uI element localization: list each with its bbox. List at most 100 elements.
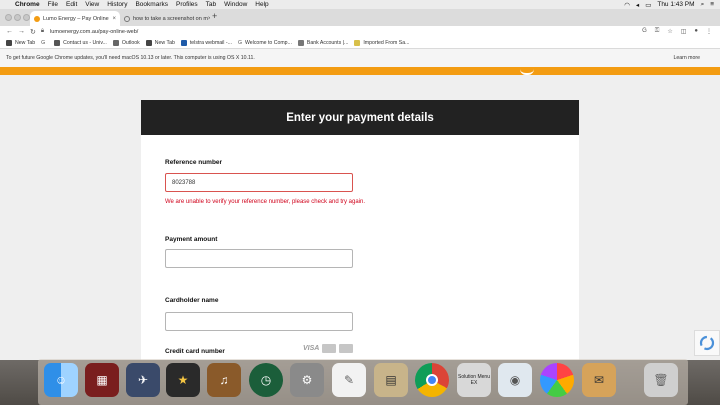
photo-booth-icon[interactable]: ▦ bbox=[85, 363, 119, 397]
close-window-icon[interactable] bbox=[5, 14, 12, 21]
recaptcha-badge[interactable] bbox=[694, 330, 720, 356]
globe-icon bbox=[145, 39, 152, 46]
forward-icon[interactable]: → bbox=[18, 28, 25, 35]
page-body: Enter your payment details Reference num… bbox=[0, 75, 720, 360]
chrome-icon[interactable] bbox=[415, 363, 449, 397]
payment-amount-input[interactable] bbox=[165, 249, 353, 268]
mail-icon[interactable]: ✉ bbox=[582, 363, 616, 397]
preview-icon[interactable]: ▤ bbox=[374, 363, 408, 397]
visa-icon: VISA bbox=[303, 345, 320, 352]
textedit-icon[interactable]: ✎ bbox=[332, 363, 366, 397]
menu-view[interactable]: View bbox=[85, 1, 99, 8]
menu-bookmarks[interactable]: Bookmarks bbox=[135, 1, 168, 8]
image-capture-icon[interactable]: ◉ bbox=[498, 363, 532, 397]
clock[interactable]: Thu 1:43 PM bbox=[657, 1, 694, 8]
bookmark-outlook[interactable]: Outlook bbox=[112, 39, 140, 46]
bookmark-new-tab[interactable]: New Tab bbox=[6, 39, 35, 46]
form-title: Enter your payment details bbox=[141, 100, 579, 135]
bookmark-bank-accounts[interactable]: Bank Accounts |... bbox=[297, 39, 348, 46]
reference-number-input[interactable]: 8023788 bbox=[165, 173, 353, 192]
bookmark-icon bbox=[54, 39, 61, 46]
battery-icon[interactable]: ▭ bbox=[645, 1, 651, 9]
profile-icon[interactable]: ● bbox=[694, 28, 698, 35]
finder-icon[interactable]: ☺ bbox=[44, 363, 78, 397]
imovie-icon[interactable]: ★ bbox=[166, 363, 200, 397]
recaptcha-icon bbox=[699, 335, 715, 351]
system-preferences-icon[interactable]: ⚙ bbox=[290, 363, 324, 397]
solution-menu-label: Solution Menu EX bbox=[458, 374, 490, 386]
site-header-band bbox=[0, 67, 720, 75]
tab-strip: Lumo Energy – Pay Online × how to take a… bbox=[0, 9, 720, 26]
solution-menu-icon[interactable]: Solution Menu EX bbox=[457, 363, 491, 397]
cardholder-name-input[interactable] bbox=[165, 312, 353, 331]
tab-close-icon[interactable]: × bbox=[208, 16, 210, 22]
volume-icon[interactable]: ◂ bbox=[636, 1, 639, 9]
accepted-cards: VISA bbox=[303, 344, 354, 353]
reload-icon[interactable]: ↻ bbox=[30, 28, 36, 36]
tab-title: how to take a screenshot on m bbox=[133, 15, 208, 22]
zoom-window-icon[interactable] bbox=[23, 14, 30, 21]
reference-number-label: Reference number bbox=[165, 159, 223, 166]
tab-screenshot-search[interactable]: how to take a screenshot on m × bbox=[120, 11, 210, 26]
bookmark-label: Outlook bbox=[121, 39, 140, 46]
trash-icon[interactable]: 🗑︎ bbox=[644, 363, 678, 397]
key-icon[interactable]: ⚿ bbox=[655, 28, 660, 35]
notice-text: To get future Google Chrome updates, you… bbox=[6, 55, 255, 61]
extensions-icon[interactable]: ◫ bbox=[681, 28, 687, 35]
menu-help[interactable]: Help bbox=[255, 1, 268, 8]
learn-more-link[interactable]: Learn more bbox=[673, 55, 700, 61]
bookmark-telstra[interactable]: telstra webmail -... bbox=[180, 39, 232, 46]
menubar-status-area: ◠ ◂ ▭ Thu 1:43 PM ⌕ ≡ bbox=[624, 1, 714, 9]
credit-card-number-label: Credit card number bbox=[165, 348, 225, 355]
minimize-window-icon[interactable] bbox=[14, 14, 21, 21]
cardholder-name-label: Cardholder name bbox=[165, 297, 219, 304]
toolbar-actions: G ⚿ ☆ ◫ ● ⋮ bbox=[642, 28, 712, 35]
bookmark-label: telstra webmail -... bbox=[189, 39, 232, 46]
google-icon[interactable]: G bbox=[642, 28, 647, 35]
launchpad-icon[interactable]: ✈ bbox=[126, 363, 160, 397]
lumo-favicon-icon bbox=[34, 15, 40, 22]
bank-icon bbox=[297, 39, 304, 46]
search-icon[interactable]: ⌕ bbox=[701, 1, 705, 9]
more-menu-icon[interactable]: ⋮ bbox=[706, 28, 712, 35]
time-machine-icon[interactable]: ◷ bbox=[249, 363, 283, 397]
wifi-icon[interactable]: ◠ bbox=[624, 1, 630, 9]
menu-tab[interactable]: Tab bbox=[206, 1, 216, 8]
menu-history[interactable]: History bbox=[107, 1, 127, 8]
folder-icon bbox=[354, 39, 361, 46]
bookmark-imported[interactable]: Imported From Sa... bbox=[354, 39, 410, 46]
bookmark-google[interactable]: G bbox=[41, 40, 48, 46]
lock-icon[interactable]: 🔒︎ bbox=[41, 28, 44, 35]
new-tab-button[interactable]: + bbox=[212, 11, 217, 21]
bookmark-contact-us[interactable]: Contact us - Univ... bbox=[54, 39, 107, 46]
photos-icon[interactable] bbox=[540, 363, 574, 397]
update-notice-bar: To get future Google Chrome updates, you… bbox=[0, 49, 720, 67]
telstra-icon bbox=[180, 39, 187, 46]
globe-icon bbox=[6, 39, 12, 46]
google-icon: G bbox=[41, 39, 46, 46]
bookmark-label: Imported From Sa... bbox=[363, 39, 410, 46]
menu-edit[interactable]: Edit bbox=[66, 1, 77, 8]
amex-icon bbox=[339, 344, 354, 353]
payment-form-card: Enter your payment details Reference num… bbox=[141, 100, 579, 360]
menu-profiles[interactable]: Profiles bbox=[176, 1, 198, 8]
menu-list-icon[interactable]: ≡ bbox=[710, 1, 714, 8]
browser-toolbar: ← → ↻ 🔒︎ lumoenergy.com.au/pay-online-we… bbox=[0, 26, 720, 37]
outlook-icon bbox=[112, 39, 119, 46]
address-bar[interactable]: lumoenergy.com.au/pay-online-web/ bbox=[50, 29, 138, 35]
tab-lumo-energy[interactable]: Lumo Energy – Pay Online × bbox=[30, 11, 120, 26]
bookmark-welcome[interactable]: G Welcome to Comp... bbox=[238, 40, 292, 46]
payment-amount-label: Payment amount bbox=[165, 236, 218, 243]
menu-file[interactable]: File bbox=[48, 1, 58, 8]
star-icon[interactable]: ☆ bbox=[667, 28, 672, 35]
garageband-icon[interactable]: ♫ bbox=[207, 363, 241, 397]
bookmark-new-tab-2[interactable]: New Tab bbox=[145, 39, 175, 46]
back-icon[interactable]: ← bbox=[6, 28, 13, 35]
menu-chrome[interactable]: Chrome bbox=[15, 1, 40, 8]
macos-menubar: Chrome File Edit View History Bookmarks … bbox=[0, 0, 720, 9]
bookmark-label: Welcome to Comp... bbox=[245, 39, 292, 46]
google-icon: G bbox=[237, 39, 242, 46]
tab-close-icon[interactable]: × bbox=[112, 16, 116, 22]
bookmark-label: New Tab bbox=[154, 39, 175, 46]
menu-window[interactable]: Window bbox=[224, 1, 247, 8]
